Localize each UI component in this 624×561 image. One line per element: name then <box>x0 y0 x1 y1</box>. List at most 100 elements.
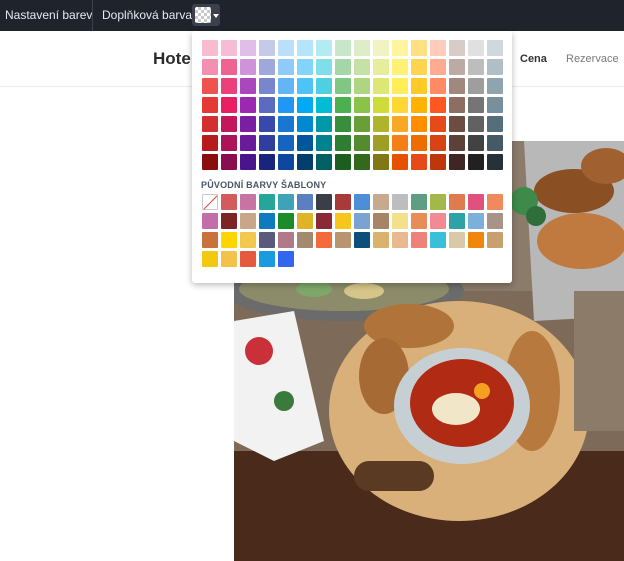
color-swatch[interactable] <box>221 78 237 94</box>
template-color-swatch[interactable] <box>449 213 465 229</box>
color-swatch[interactable] <box>411 97 427 113</box>
color-swatch[interactable] <box>468 59 484 75</box>
template-color-swatch[interactable] <box>392 213 408 229</box>
template-color-swatch[interactable] <box>411 232 427 248</box>
color-swatch[interactable] <box>202 78 218 94</box>
template-color-swatch[interactable] <box>259 194 275 210</box>
color-swatch[interactable] <box>430 116 446 132</box>
color-swatch[interactable] <box>221 97 237 113</box>
color-swatch[interactable] <box>297 116 313 132</box>
color-swatch[interactable] <box>487 154 503 170</box>
color-swatch[interactable] <box>278 154 294 170</box>
template-color-swatch[interactable] <box>221 251 237 267</box>
color-swatch[interactable] <box>202 154 218 170</box>
color-swatch[interactable] <box>335 97 351 113</box>
template-color-swatch[interactable] <box>240 251 256 267</box>
color-swatch[interactable] <box>392 154 408 170</box>
template-color-swatch[interactable] <box>221 213 237 229</box>
color-swatch[interactable] <box>468 116 484 132</box>
template-color-swatch[interactable] <box>335 232 351 248</box>
color-swatch[interactable] <box>278 40 294 56</box>
color-swatch[interactable] <box>259 59 275 75</box>
color-swatch[interactable] <box>221 116 237 132</box>
color-swatch[interactable] <box>411 59 427 75</box>
color-swatch[interactable] <box>240 135 256 151</box>
template-color-swatch[interactable] <box>259 251 275 267</box>
color-swatch[interactable] <box>411 78 427 94</box>
color-swatch[interactable] <box>240 116 256 132</box>
color-swatch[interactable] <box>202 116 218 132</box>
template-color-swatch[interactable] <box>411 194 427 210</box>
template-color-swatch[interactable] <box>278 213 294 229</box>
color-swatch[interactable] <box>278 116 294 132</box>
color-swatch[interactable] <box>392 135 408 151</box>
color-swatch[interactable] <box>468 40 484 56</box>
color-swatch[interactable] <box>354 154 370 170</box>
color-swatch[interactable] <box>221 40 237 56</box>
template-color-swatch[interactable] <box>297 213 313 229</box>
color-swatch[interactable] <box>392 116 408 132</box>
color-swatch[interactable] <box>392 78 408 94</box>
template-color-swatch[interactable] <box>392 232 408 248</box>
color-swatch[interactable] <box>449 59 465 75</box>
color-swatch[interactable] <box>354 135 370 151</box>
template-color-swatch[interactable] <box>468 213 484 229</box>
template-color-swatch[interactable] <box>449 194 465 210</box>
color-swatch[interactable] <box>297 59 313 75</box>
color-swatch[interactable] <box>373 154 389 170</box>
color-swatch[interactable] <box>221 135 237 151</box>
color-swatch[interactable] <box>411 40 427 56</box>
color-swatch[interactable] <box>259 116 275 132</box>
color-swatch[interactable] <box>449 40 465 56</box>
template-color-swatch[interactable] <box>240 194 256 210</box>
color-swatch[interactable] <box>373 135 389 151</box>
color-swatch[interactable] <box>411 135 427 151</box>
color-swatch[interactable] <box>335 135 351 151</box>
color-swatch[interactable] <box>354 78 370 94</box>
template-color-swatch[interactable] <box>297 194 313 210</box>
template-color-swatch[interactable] <box>221 194 237 210</box>
color-swatch[interactable] <box>373 59 389 75</box>
template-color-swatch[interactable] <box>373 232 389 248</box>
color-swatch[interactable] <box>278 97 294 113</box>
color-swatch[interactable] <box>259 78 275 94</box>
color-swatch[interactable] <box>373 78 389 94</box>
color-swatch[interactable] <box>449 97 465 113</box>
template-color-swatch[interactable] <box>354 213 370 229</box>
color-swatch[interactable] <box>259 97 275 113</box>
color-swatch[interactable] <box>297 40 313 56</box>
template-color-swatch[interactable] <box>202 251 218 267</box>
template-color-swatch[interactable] <box>259 213 275 229</box>
color-swatch[interactable] <box>259 40 275 56</box>
color-swatch[interactable] <box>468 135 484 151</box>
color-swatch[interactable] <box>297 78 313 94</box>
template-color-swatch[interactable] <box>335 194 351 210</box>
color-swatch[interactable] <box>392 97 408 113</box>
template-color-swatch[interactable] <box>487 194 503 210</box>
color-swatch[interactable] <box>297 97 313 113</box>
template-color-swatch[interactable] <box>278 232 294 248</box>
color-swatch[interactable] <box>316 40 332 56</box>
template-color-swatch[interactable] <box>430 213 446 229</box>
color-swatch[interactable] <box>202 40 218 56</box>
color-swatch[interactable] <box>316 97 332 113</box>
template-color-swatch[interactable] <box>259 232 275 248</box>
template-color-swatch[interactable] <box>487 232 503 248</box>
template-color-swatch[interactable] <box>373 194 389 210</box>
color-swatch[interactable] <box>259 154 275 170</box>
color-swatch[interactable] <box>354 116 370 132</box>
color-swatch[interactable] <box>487 59 503 75</box>
color-swatch[interactable] <box>297 154 313 170</box>
color-swatch[interactable] <box>278 59 294 75</box>
template-color-swatch[interactable] <box>278 194 294 210</box>
nav-link-reservation[interactable]: Rezervace <box>566 53 619 65</box>
color-swatch[interactable] <box>449 154 465 170</box>
color-swatch[interactable] <box>354 40 370 56</box>
no-color-swatch[interactable] <box>202 194 218 210</box>
color-swatch[interactable] <box>335 40 351 56</box>
template-color-swatch[interactable] <box>430 194 446 210</box>
color-swatch[interactable] <box>487 116 503 132</box>
accent-color-picker-button[interactable] <box>192 4 220 26</box>
color-swatch[interactable] <box>468 97 484 113</box>
color-swatch[interactable] <box>373 97 389 113</box>
